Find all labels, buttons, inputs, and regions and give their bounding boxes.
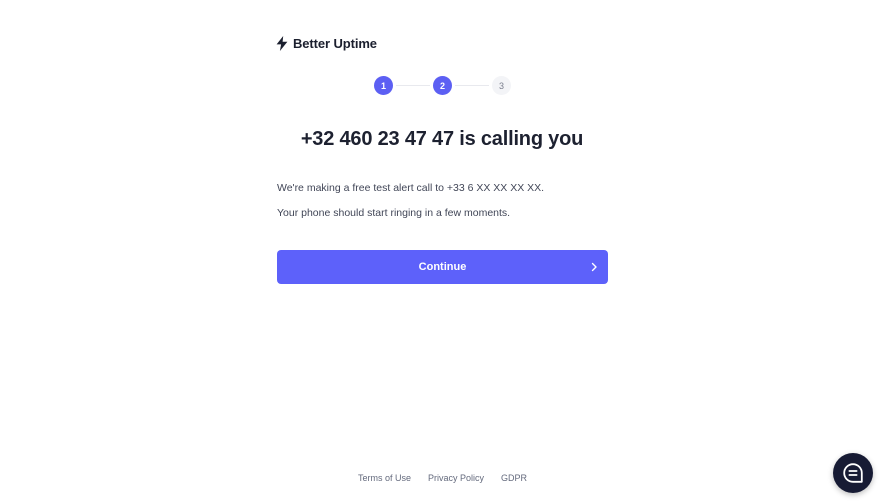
chat-bubble-icon (843, 463, 863, 483)
step-3: 3 (492, 76, 511, 95)
step-connector (455, 85, 489, 86)
chat-widget-button[interactable] (833, 453, 873, 493)
step-2: 2 (433, 76, 452, 95)
onboarding-page: Better Uptime 1 2 3 +32 460 23 47 47 is … (0, 0, 885, 502)
step-connector (396, 85, 430, 86)
continue-label: Continue (418, 261, 467, 273)
chevron-right-icon (591, 262, 597, 272)
ringing-message: Your phone should start ringing in a few… (277, 207, 511, 219)
terms-of-use-link[interactable]: Terms of Use (358, 473, 411, 483)
page-title: +32 460 23 47 47 is calling you (300, 128, 584, 150)
brand-logo[interactable]: Better Uptime (276, 36, 377, 51)
continue-button[interactable]: Continue (277, 250, 608, 284)
footer-links: Terms of Use Privacy Policy GDPR (0, 473, 885, 483)
brand-name: Better Uptime (293, 36, 377, 51)
lightning-bolt-icon (276, 36, 288, 51)
gdpr-link[interactable]: GDPR (501, 473, 527, 483)
step-1: 1 (374, 76, 393, 95)
progress-stepper: 1 2 3 (374, 76, 511, 95)
privacy-policy-link[interactable]: Privacy Policy (428, 473, 484, 483)
test-call-message: We're making a free test alert call to +… (277, 182, 545, 194)
